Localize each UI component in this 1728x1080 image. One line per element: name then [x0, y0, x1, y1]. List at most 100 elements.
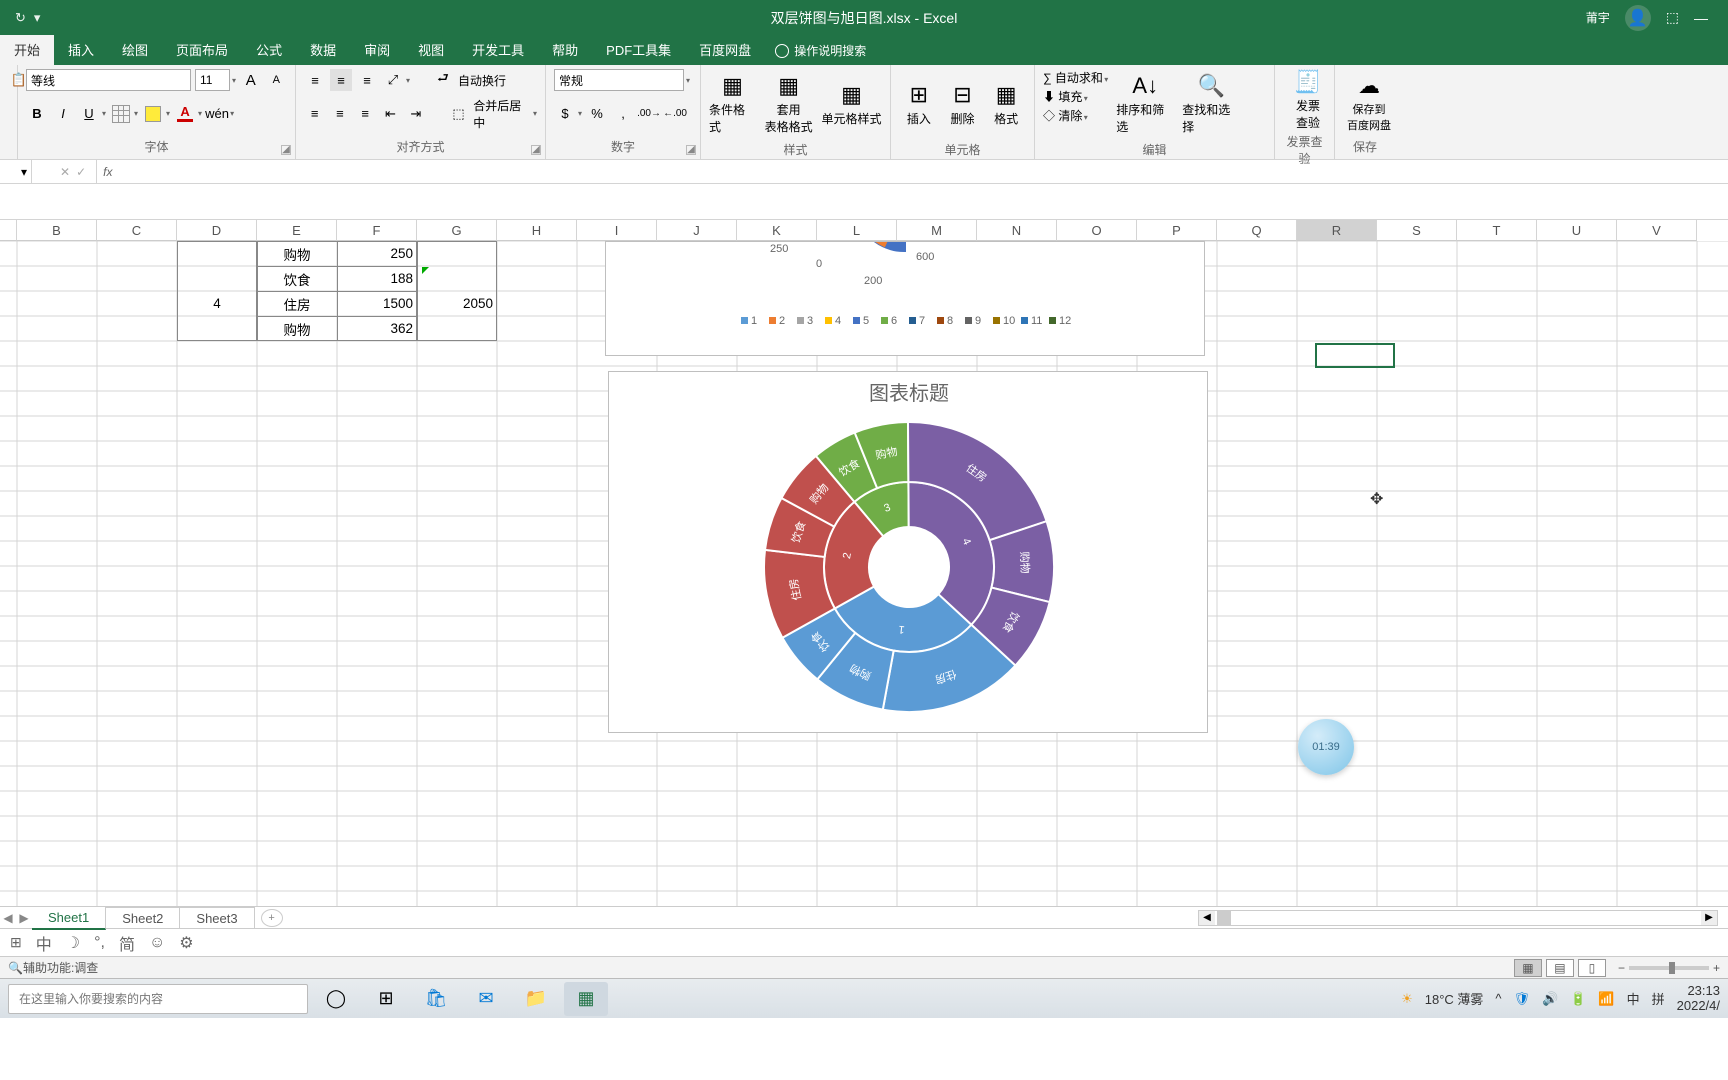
borders-dd-icon[interactable]: ▾: [134, 109, 138, 118]
user-avatar-icon[interactable]: 👤: [1625, 5, 1651, 31]
align-left-button[interactable]: ≡: [304, 103, 325, 125]
column-header-D[interactable]: D: [177, 220, 257, 241]
fill-dd-icon[interactable]: ▾: [166, 109, 170, 118]
tray-wifi-icon[interactable]: 📶: [1598, 991, 1614, 1007]
tab-draw[interactable]: 绘图: [108, 34, 162, 65]
page-layout-view-button[interactable]: ▤: [1546, 959, 1574, 977]
worksheet-grid[interactable]: 购物250饮食1884住房15002050购物362 250 0 200 600…: [0, 241, 1728, 906]
fx-label-icon[interactable]: fx: [97, 165, 118, 179]
tab-baidu[interactable]: 百度网盘: [685, 34, 765, 65]
cell[interactable]: 4: [177, 291, 257, 316]
tray-battery-icon[interactable]: 🔋: [1570, 991, 1586, 1007]
ime-btn-6[interactable]: ⚙: [179, 933, 193, 953]
chart-sunburst[interactable]: 图表标题 3412饮食购物住房购物饮食住房购物饮食住房饮食购物: [608, 371, 1208, 733]
tab-formulas[interactable]: 公式: [242, 34, 296, 65]
orientation-dd-icon[interactable]: ▾: [406, 76, 410, 85]
cell[interactable]: 购物: [257, 316, 337, 341]
column-header-L[interactable]: L: [817, 220, 897, 241]
tray-shield-icon[interactable]: 🛡: [1514, 991, 1531, 1007]
orientation-button[interactable]: ⤢: [382, 69, 404, 91]
font-size-combo[interactable]: [195, 69, 230, 91]
cell[interactable]: 饮食: [257, 266, 337, 291]
taskbar-search[interactable]: 在这里输入你要搜索的内容: [8, 984, 308, 1014]
increase-decimal-button[interactable]: .00→: [638, 103, 660, 125]
cell[interactable]: 250: [337, 241, 417, 266]
column-header-U[interactable]: U: [1537, 220, 1617, 241]
wrap-text-button[interactable]: ⮐: [432, 69, 454, 91]
merge-button[interactable]: ⬚: [448, 103, 469, 125]
column-header-F[interactable]: F: [337, 220, 417, 241]
delete-cells-button[interactable]: ⊟删除: [943, 69, 983, 139]
bold-button[interactable]: B: [26, 103, 48, 125]
scroll-thumb[interactable]: [1217, 911, 1231, 925]
align-center-button[interactable]: ≡: [329, 103, 350, 125]
scroll-left-button[interactable]: ◀: [1199, 911, 1215, 925]
cancel-formula-button[interactable]: ✕: [60, 165, 70, 179]
tab-data[interactable]: 数据: [296, 34, 350, 65]
sheet-tab-1[interactable]: Sheet1: [32, 906, 106, 930]
number-format-combo[interactable]: [554, 69, 684, 91]
enter-formula-button[interactable]: ✓: [76, 165, 86, 179]
tray-lang-1[interactable]: 中: [1627, 989, 1640, 1008]
format-cells-button[interactable]: ▦格式: [986, 69, 1026, 139]
tray-time[interactable]: 23:13: [1677, 984, 1720, 998]
conditional-format-button[interactable]: ▦条件格式: [709, 69, 756, 139]
tray-date[interactable]: 2022/4/: [1677, 999, 1720, 1013]
add-sheet-button[interactable]: +: [261, 909, 283, 927]
column-header-N[interactable]: N: [977, 220, 1057, 241]
taskbar-excel[interactable]: ▦: [564, 982, 608, 1016]
tab-developer[interactable]: 开发工具: [458, 34, 538, 65]
tray-volume-icon[interactable]: 🔊: [1542, 991, 1558, 1007]
zoom-out-button[interactable]: −: [1618, 961, 1625, 975]
sheet-nav-next[interactable]: ▶: [16, 911, 32, 925]
fontcolor-dd-icon[interactable]: ▾: [198, 109, 202, 118]
align-top-button[interactable]: ≡: [304, 69, 326, 91]
acct-dd-icon[interactable]: ▾: [578, 109, 582, 118]
column-header-J[interactable]: J: [657, 220, 737, 241]
qat-dropdown[interactable]: ▾: [34, 10, 41, 26]
scroll-right-button[interactable]: ▶: [1701, 911, 1717, 925]
sheet-tab-2[interactable]: Sheet2: [106, 907, 180, 929]
tray-chevron-icon[interactable]: ^: [1495, 991, 1501, 1006]
ime-btn-3[interactable]: °,: [94, 934, 105, 952]
tab-view[interactable]: 视图: [404, 34, 458, 65]
accounting-button[interactable]: $: [554, 103, 576, 125]
normal-view-button[interactable]: ▦: [1514, 959, 1542, 977]
sort-filter-button[interactable]: A↓排序和筛选: [1116, 69, 1174, 139]
tab-pagelayout[interactable]: 页面布局: [162, 34, 242, 65]
phonetic-dd-icon[interactable]: ▾: [230, 109, 234, 118]
italic-button[interactable]: I: [52, 103, 74, 125]
select-all-corner[interactable]: [0, 220, 17, 241]
cell[interactable]: 1500: [337, 291, 417, 316]
minimize-button[interactable]: —: [1694, 10, 1708, 26]
indent-decrease-button[interactable]: ⇤: [380, 103, 401, 125]
fill-color-button[interactable]: [142, 103, 164, 125]
fill-button[interactable]: ⬇ 填充 ▾: [1043, 88, 1108, 105]
tab-pdf[interactable]: PDF工具集: [592, 34, 685, 65]
redo-button[interactable]: ↻: [15, 10, 26, 26]
ime-btn-2[interactable]: ☽: [66, 933, 80, 953]
ime-btn-4[interactable]: 简: [119, 931, 135, 955]
cell[interactable]: 2050: [417, 291, 497, 316]
horizontal-scrollbar[interactable]: ◀ ▶: [1198, 910, 1718, 926]
ime-btn-5[interactable]: ☺: [149, 934, 165, 952]
column-header-I[interactable]: I: [577, 220, 657, 241]
tab-home[interactable]: 开始: [0, 34, 54, 65]
column-header-G[interactable]: G: [417, 220, 497, 241]
clear-button[interactable]: ◇ 清除 ▾: [1043, 107, 1108, 124]
name-box[interactable]: ▾: [0, 160, 32, 183]
column-header-C[interactable]: C: [97, 220, 177, 241]
align-middle-button[interactable]: ≡: [330, 69, 352, 91]
taskbar-store[interactable]: 🛍: [414, 982, 458, 1016]
column-header-K[interactable]: K: [737, 220, 817, 241]
align-bottom-button[interactable]: ≡: [356, 69, 378, 91]
merge-dd-icon[interactable]: ▾: [533, 109, 537, 118]
align-dialog-launcher[interactable]: ◢: [531, 145, 541, 155]
grow-font-button[interactable]: A: [240, 69, 261, 91]
ribbon-display-button[interactable]: ⬚: [1666, 9, 1679, 26]
column-header-S[interactable]: S: [1377, 220, 1457, 241]
task-view-button[interactable]: ◯: [314, 982, 358, 1016]
chart-upper[interactable]: 250 0 200 600 123456789101112: [605, 241, 1205, 356]
column-header-O[interactable]: O: [1057, 220, 1137, 241]
formula-input[interactable]: [118, 160, 1728, 183]
